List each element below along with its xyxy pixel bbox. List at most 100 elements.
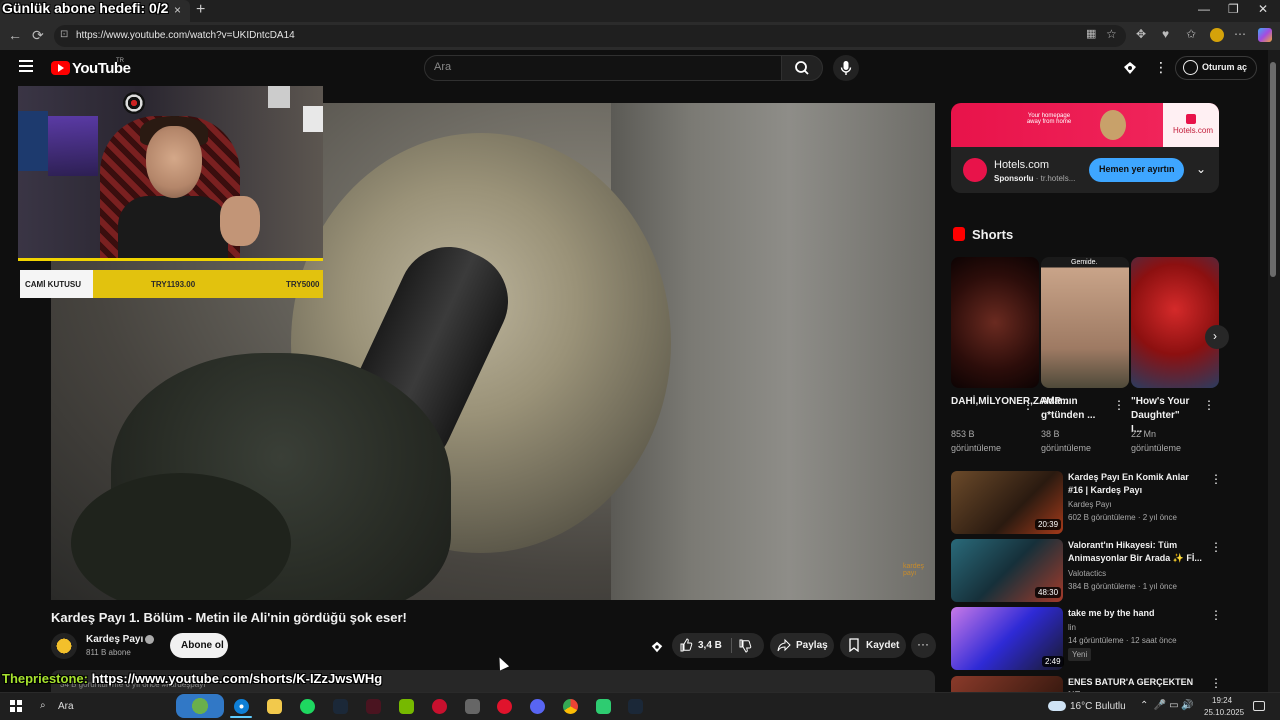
chevron-down-icon[interactable]: ⌄ <box>1196 162 1206 176</box>
recommended-video-title[interactable]: Kardeş Payı En Komik Anlar #16 | Kardeş … <box>1068 471 1206 497</box>
short-menu-icon[interactable]: ⋮ <box>1022 398 1034 412</box>
recommended-video-thumbnail[interactable] <box>951 676 1063 692</box>
new-tab-button[interactable]: + <box>196 1 205 19</box>
video-menu-icon[interactable]: ⋮ <box>1210 540 1222 554</box>
edge-browser-icon[interactable] <box>234 699 249 714</box>
notification-icon[interactable] <box>1253 701 1265 711</box>
hamburger-menu-icon[interactable] <box>19 60 33 72</box>
short-views: 853 B görüntüleme <box>951 429 1002 453</box>
video-menu-icon[interactable]: ⋮ <box>1210 472 1222 486</box>
shorts-next-button[interactable] <box>1205 325 1229 349</box>
donation-label: CAMİ KUTUSU <box>25 280 81 289</box>
maximize-icon[interactable]: ❐ <box>1228 2 1239 16</box>
webcam-poster-2 <box>303 106 323 132</box>
clock-date[interactable]: 25.10.2025 <box>1204 708 1244 717</box>
webcam-monitor <box>18 111 48 171</box>
donation-target-amount: TRY5000 <box>286 280 320 289</box>
streamer-webcam <box>18 86 323 258</box>
video-duration: 20:39 <box>1035 519 1062 530</box>
short-title[interactable]: DAHİ,MİLYONER,ZAMP... <box>951 395 1068 409</box>
dislike-icon[interactable] <box>738 639 752 653</box>
webcam-person-hand <box>220 196 260 246</box>
video-menu-icon[interactable]: ⋮ <box>1210 676 1222 690</box>
signin-label: Oturum aç <box>1202 62 1248 72</box>
ad-banner-text: Your homepage away from home <box>1026 113 1072 125</box>
extensions-icon[interactable]: ✥ <box>1136 27 1146 41</box>
short-menu-icon[interactable]: ⋮ <box>1203 398 1215 412</box>
weather-text[interactable]: 16°C Bulutlu <box>1070 701 1126 712</box>
search-button[interactable] <box>781 55 823 81</box>
browser-menu-icon[interactable]: ⋯ <box>1234 27 1246 41</box>
cloud-icon[interactable] <box>1048 701 1066 711</box>
recommended-meta: 14 görüntüleme · 12 saat önce <box>1068 636 1177 645</box>
short-views: 38 B görüntüleme <box>1041 429 1092 453</box>
short-thumbnail[interactable] <box>1131 257 1219 388</box>
valorant-icon[interactable] <box>366 699 381 714</box>
webcam-person-body <box>118 196 228 258</box>
chrome-icon[interactable] <box>563 699 578 714</box>
search-input[interactable] <box>424 55 782 81</box>
bookmark-icon <box>849 638 859 652</box>
spotify-icon[interactable] <box>300 699 315 714</box>
collections-icon[interactable]: ✩ <box>1186 27 1196 41</box>
file-explorer-icon[interactable] <box>267 699 282 714</box>
channel-name[interactable]: Kardeş Payı <box>86 634 143 645</box>
scrollbar-thumb[interactable] <box>1270 62 1276 277</box>
recommended-video-title[interactable]: Valorant'ın Hikayesi: Tüm Animasyonlar B… <box>1068 539 1206 565</box>
webcam-poster <box>268 86 290 108</box>
nvidia-icon[interactable] <box>399 699 414 714</box>
recommended-channel[interactable]: Valotactics <box>1068 569 1106 578</box>
short-title[interactable]: Adamın g*tünden ... <box>1041 395 1103 423</box>
taskbar-widget-globe[interactable] <box>176 694 224 718</box>
channel-avatar[interactable] <box>51 633 77 659</box>
favorite-star-icon[interactable]: ☆ <box>1106 27 1117 41</box>
ad-title[interactable]: Hotels.com <box>994 159 1049 171</box>
search-placeholder: Ara <box>434 61 452 73</box>
short-thumbnail[interactable] <box>951 257 1039 388</box>
recommended-channel[interactable]: lin <box>1068 623 1076 632</box>
like-count[interactable]: 3,4 B <box>698 640 722 651</box>
game-launcher-icon[interactable] <box>465 699 480 714</box>
taskbar-search-icon[interactable]: ⌕ <box>40 700 46 711</box>
system-tray-icons[interactable]: ⌃ 🎤 ▭ 🔊 <box>1140 700 1194 711</box>
site-info-icon[interactable]: ⊡ <box>60 29 68 40</box>
ad-cta-label: Hemen yer ayırtın <box>1099 164 1175 174</box>
settings-dots-icon[interactable]: ⋮ <box>1154 59 1168 76</box>
performance-icon[interactable]: ♥ <box>1162 27 1169 41</box>
ad-mascot <box>1100 110 1126 140</box>
channel-watermark: kardeş payı <box>903 563 925 577</box>
chevron-right-icon: › <box>1213 329 1217 343</box>
reader-mode-icon[interactable]: ▦ <box>1086 27 1096 40</box>
ask-sparkle-icon[interactable] <box>650 640 664 654</box>
window-close-icon[interactable]: ✕ <box>1258 2 1268 16</box>
steam-icon[interactable] <box>333 699 348 714</box>
short-thumbnail[interactable] <box>1041 257 1129 388</box>
extension-avatar-icon[interactable] <box>1210 28 1224 42</box>
refresh-icon[interactable]: ⟳ <box>32 27 44 44</box>
like-divider <box>731 638 732 653</box>
ad-advertiser-logo[interactable] <box>963 158 987 182</box>
chat-text: https://www.youtube.com/shorts/K-IZzJwsW… <box>91 671 383 686</box>
taskbar-search-label[interactable]: Ara <box>58 701 74 712</box>
opera-gx-icon[interactable] <box>497 699 512 714</box>
app-icon[interactable] <box>596 699 611 714</box>
clock-time[interactable]: 19:24 <box>1212 696 1232 705</box>
video-menu-icon[interactable]: ⋮ <box>1210 608 1222 622</box>
riot-client-icon[interactable] <box>432 699 447 714</box>
copilot-icon[interactable] <box>1258 28 1272 42</box>
discord-icon[interactable] <box>530 699 545 714</box>
webcam-led-light <box>48 116 98 176</box>
back-icon[interactable]: ← <box>8 27 22 43</box>
video-duration: 48:30 <box>1035 587 1062 598</box>
windows-start-icon[interactable] <box>10 700 22 712</box>
minimize-icon[interactable]: — <box>1198 2 1210 16</box>
tab-close-icon[interactable]: × <box>174 3 181 17</box>
recommended-channel[interactable]: Kardeş Payı <box>1068 500 1112 509</box>
short-views: 22 Mn görüntüleme <box>1131 429 1182 453</box>
short-menu-icon[interactable]: ⋮ <box>1113 398 1125 412</box>
like-icon[interactable] <box>679 638 693 652</box>
steam-icon-2[interactable] <box>628 699 643 714</box>
voice-search-button[interactable] <box>833 55 859 81</box>
recommended-video-title[interactable]: take me by the hand <box>1068 607 1206 620</box>
ask-ai-sparkle-icon[interactable] <box>1122 60 1138 76</box>
